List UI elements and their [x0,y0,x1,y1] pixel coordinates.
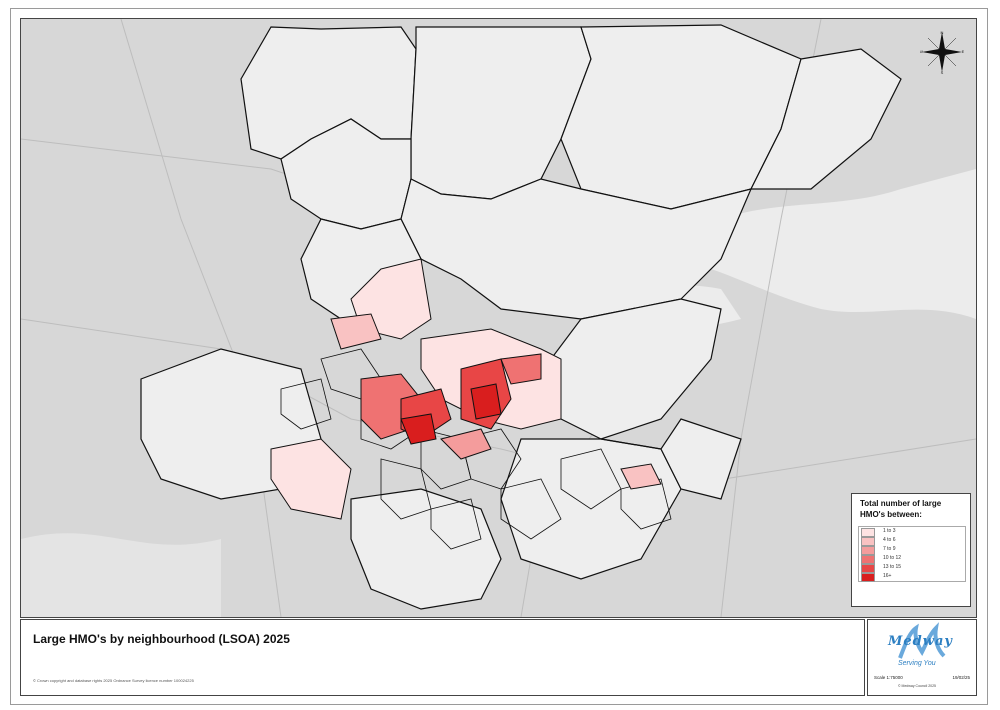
logo-panel: Medway Serving You Scale 1:75000 19/02/2… [867,619,977,696]
legend-label: 13 to 15 [883,564,902,570]
compass-west-label: W [920,49,923,54]
map-title: Large HMO's by neighbourhood (LSOA) 2025 [33,632,290,646]
legend-title: Total number of large HMO's between: [860,499,942,519]
legend-swatch [861,573,875,582]
map-legend: Total number of large HMO's between: 1 t… [851,493,971,607]
map-canvas[interactable] [21,19,976,617]
legend-label: 7 to 9 [883,546,896,552]
compass-south-label: S [941,70,944,74]
logo-name: Medway [888,634,953,649]
map-date: 19/02/25 [952,675,970,680]
legend-item: 10 to 12 [859,554,965,564]
title-panel: Large HMO's by neighbourhood (LSOA) 2025… [20,619,865,696]
logo-tagline: Serving You [898,660,936,667]
legend-item: 7 to 9 [859,545,965,555]
legend-item: 13 to 15 [859,563,965,573]
legend-label: 10 to 12 [883,555,902,561]
legend-label: 1 to 3 [883,528,896,534]
lsoa-16-plus-chatham[interactable] [470,383,502,420]
legend-label: 16+ [883,573,892,579]
legend-label: 4 to 6 [883,537,896,543]
compass-east-label: E [962,49,964,54]
compass-rose-icon: N S E W [920,30,964,74]
legend-item: 1 to 3 [859,527,965,537]
compass-north-label: N [941,30,944,35]
lowland-area [21,533,221,617]
council-copyright: © Medway Council 2025 [898,684,936,688]
legend-list: 1 to 3 4 to 6 7 to 9 10 to 12 13 to 15 16+ [858,526,966,582]
legend-item: 4 to 6 [859,536,965,546]
map-scale: Scale 1:75000 [874,675,903,680]
legend-item: 16+ [859,572,965,582]
copyright-notice: © Crown copyright and database rights 20… [33,678,194,683]
map-frame[interactable] [20,18,977,618]
